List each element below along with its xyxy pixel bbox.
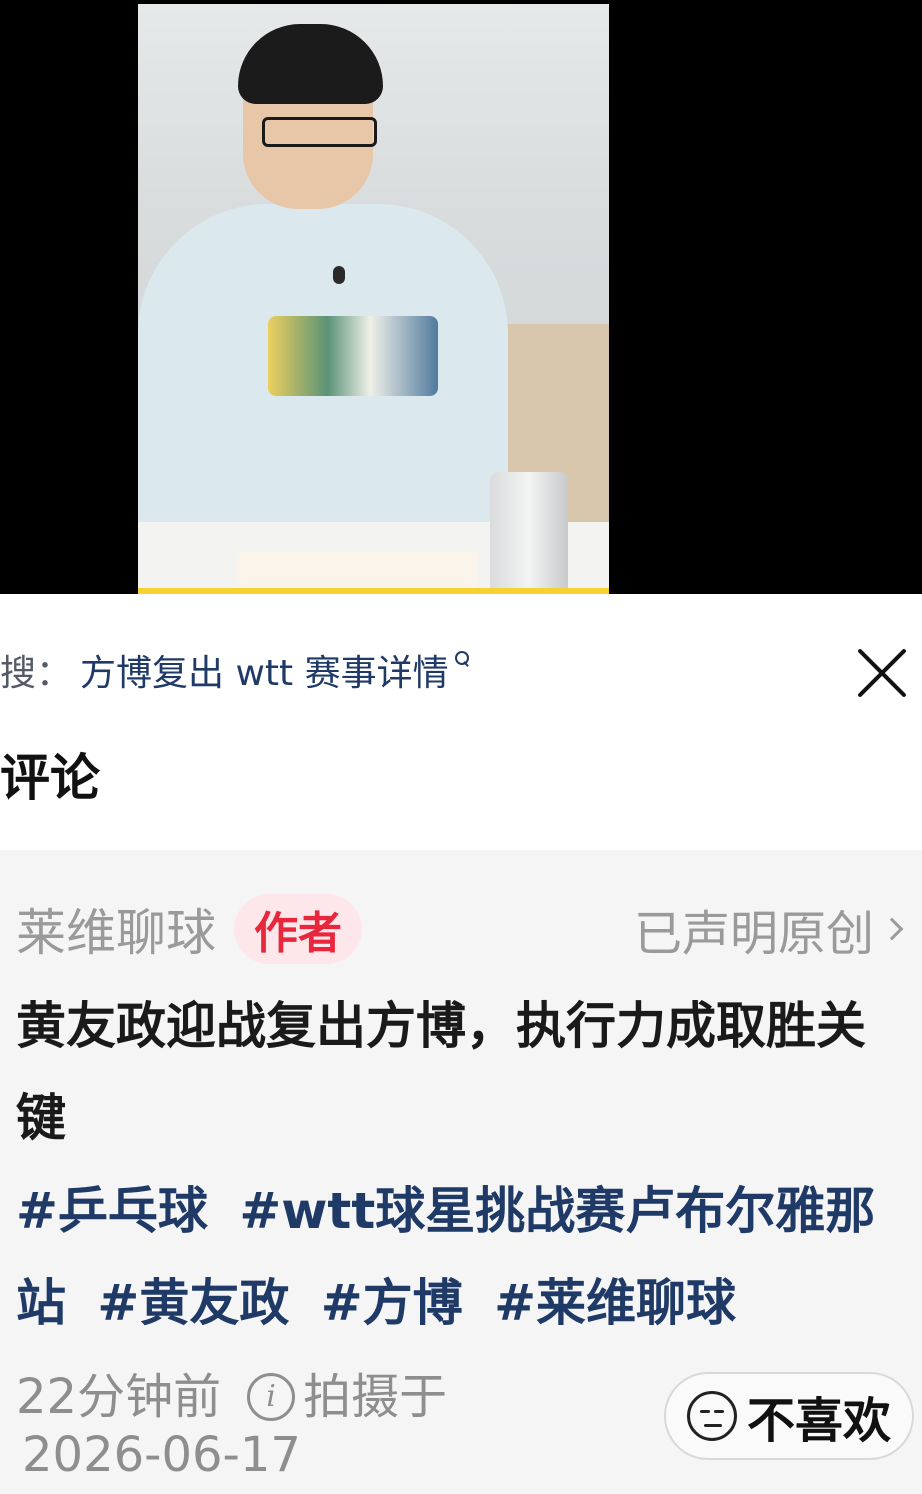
video-lapel-mic: [333, 266, 345, 284]
close-icon[interactable]: [852, 642, 912, 702]
author-name[interactable]: 莱维聊球: [16, 893, 216, 965]
post-title: 黄友政迎战复出方博，执行力成取胜关键: [16, 997, 866, 1147]
face-eye-left: [699, 1410, 710, 1413]
dislike-label: 不喜欢: [746, 1393, 891, 1449]
author-row: 莱维聊球 作者 已声明原创: [16, 894, 916, 964]
search-icon: [453, 649, 471, 675]
video-bottom-band: [138, 588, 609, 594]
author-badge: 作者: [234, 894, 362, 964]
chevron-right-icon: [880, 917, 904, 941]
search-prefix: 搜：: [0, 653, 73, 694]
post-meta-row: 22分钟前 i 拍摄于: [16, 1368, 447, 1426]
post-time-ago: 22分钟前: [16, 1369, 222, 1425]
face-mouth: [703, 1424, 722, 1427]
video-person-glasses: [262, 117, 377, 147]
neutral-face-icon: [686, 1391, 737, 1441]
video-cup: [490, 472, 568, 594]
video-frame[interactable]: [138, 4, 609, 594]
post-tags: #乒乓球 #wtt球星挑战赛卢布尔雅那站 #黄友政 #方博 #莱维聊球: [16, 1165, 906, 1349]
shot-date: 2026-06-17: [22, 1427, 301, 1483]
post-meta: 22分钟前 i 拍摄于 2026-06-17: [16, 1368, 447, 1484]
author-post-card: 莱维聊球 作者 已声明原创 黄友政迎战复出方博，执行力成取胜关键 #乒乓球 #w…: [0, 850, 922, 1494]
hashtag-link[interactable]: #方博: [321, 1274, 463, 1332]
comments-title: 评论: [0, 749, 100, 807]
shot-label: 拍摄于: [303, 1369, 448, 1425]
dislike-button[interactable]: 不喜欢: [664, 1372, 914, 1460]
original-declaration-link[interactable]: 已声明原创: [634, 894, 906, 964]
search-suggestion[interactable]: 搜： 方博复出 wtt 赛事详情: [0, 640, 471, 700]
original-label: 已声明原创: [633, 906, 874, 962]
face-eye-right: [713, 1410, 724, 1413]
hashtag-link[interactable]: #乒乓球: [16, 1182, 208, 1240]
search-query-link[interactable]: 方博复出 wtt 赛事详情: [80, 644, 449, 696]
hashtag-link[interactable]: #莱维聊球: [494, 1274, 736, 1332]
video-player[interactable]: [0, 0, 922, 594]
hashtag-link[interactable]: #黄友政: [97, 1274, 289, 1332]
video-shirt-print: [268, 316, 438, 396]
info-icon[interactable]: i: [247, 1373, 296, 1421]
